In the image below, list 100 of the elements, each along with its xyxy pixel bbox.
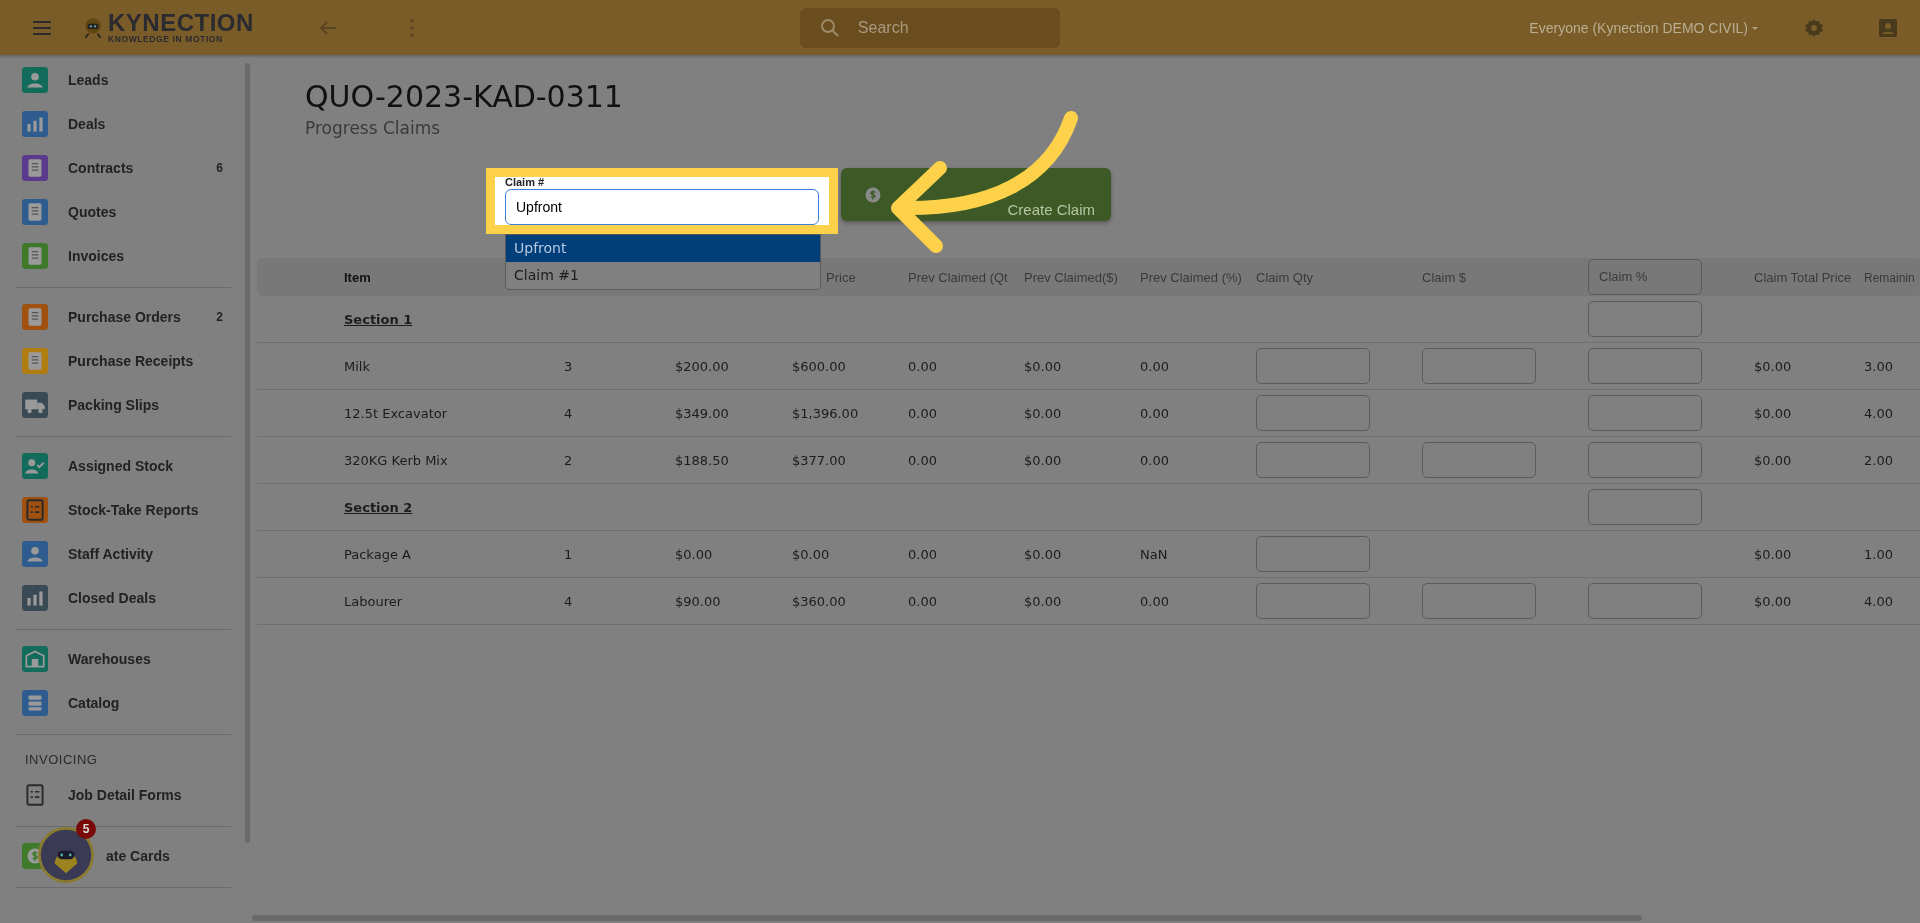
claim-percent-field[interactable] (1588, 442, 1702, 478)
table-cell: $360.00 (792, 593, 846, 609)
sidebar-label: Closed Deals (68, 590, 157, 606)
sidebar-label: Deals (68, 116, 107, 132)
sidebar-label: Stock-Take Reports (68, 502, 200, 518)
table-cell: $0.00 (1754, 593, 1792, 609)
account-selector[interactable]: Everyone (Kynection DEMO CIVIL) (1529, 19, 1760, 36)
sidebar-item[interactable]: Job Detail Forms (15, 773, 231, 817)
table-cell: $200.00 (675, 358, 729, 374)
logo-title: KYNECTION (108, 11, 254, 36)
table-cell: 0.00 (1140, 593, 1169, 609)
sidebar-item[interactable]: Invoices (15, 234, 231, 278)
sidebar-item[interactable]: Assigned Stock (15, 444, 231, 488)
table-cell: 2 (564, 452, 573, 468)
sidebar-label: Job Detail Forms (68, 787, 183, 803)
sidebar-label: Purchase Receipts (68, 353, 195, 369)
table-cell: 2.00 (1864, 452, 1893, 468)
sidebar-item[interactable]: Packing Slips (15, 383, 231, 427)
sidebar-label: Catalog (68, 695, 121, 711)
column-header: Item (344, 269, 371, 285)
claim-percent-field[interactable] (1588, 489, 1702, 525)
table-cell: $0.00 (1024, 358, 1062, 374)
table-cell: 0.00 (1140, 358, 1169, 374)
section-heading: INVOICING (24, 751, 99, 769)
sidebar-item[interactable]: Purchase Orders 2 (15, 295, 231, 339)
table-cell: $0.00 (1754, 546, 1792, 562)
sidebar-label: Packing Slips (68, 397, 161, 413)
dropdown-option[interactable]: Upfront (506, 235, 820, 262)
table-cell: $0.00 (1024, 452, 1062, 468)
sidebar-item[interactable]: Staff Activity (15, 532, 231, 576)
claim-percent-header-field[interactable]: Claim % (1588, 259, 1702, 295)
claim-percent-field[interactable] (1588, 583, 1702, 619)
table-cell: 1 (564, 546, 573, 562)
section-title: Section 2 (344, 499, 413, 515)
sidebar-label: Staff Activity (68, 546, 155, 562)
sidebar-item[interactable]: Stock-Take Reports (15, 488, 231, 532)
table-cell: 4 (564, 593, 573, 609)
claim-percent-field[interactable] (1588, 348, 1702, 384)
item-count: 6 (216, 161, 223, 175)
table-cell: 4 (564, 405, 573, 421)
table-cell: $600.00 (792, 358, 846, 374)
sidebar-item[interactable]: Warehouses (15, 637, 231, 681)
sidebar-label: Assigned Stock (68, 458, 175, 474)
notification-badge: 5 (76, 819, 96, 839)
claim-qty-field[interactable] (1256, 395, 1370, 431)
claim-percent-field[interactable] (1588, 395, 1702, 431)
sidebar-label: Purchase Orders (68, 309, 182, 325)
table-cell: $349.00 (675, 405, 729, 421)
table-cell: $0.00 (1754, 452, 1792, 468)
table-cell: 4.00 (1864, 593, 1893, 609)
table-cell: NaN (1140, 546, 1168, 562)
sidebar-item[interactable]: Closed Deals (15, 576, 231, 620)
table-cell: 0.00 (908, 358, 937, 374)
page-title: QUO-2023-KAD-0311 (305, 79, 624, 114)
sidebar-label: ate Cards (106, 848, 171, 864)
claim-amount-field[interactable] (1422, 583, 1536, 619)
page-subtitle: Progress Claims (305, 118, 442, 138)
sidebar-label: Warehouses (68, 651, 152, 667)
dropdown-option[interactable]: Claim #1 (506, 262, 820, 289)
table-cell: $90.00 (675, 593, 721, 609)
field-label: Claim # (505, 176, 545, 188)
sidebar-item[interactable]: Purchase Receipts (15, 339, 231, 383)
column-header: Prev Claimed (Qt (908, 269, 1008, 285)
column-header: Price (826, 269, 856, 285)
sidebar-item[interactable]: Catalog (15, 681, 231, 725)
column-header: Prev Claimed (%) (1140, 269, 1242, 285)
column-header: Claim Qty (1256, 269, 1314, 285)
sidebar-label: Leads (68, 72, 110, 88)
claim-qty-field[interactable] (1256, 348, 1370, 384)
sidebar-item[interactable]: Quotes (15, 190, 231, 234)
claim-amount-field[interactable] (1422, 348, 1536, 384)
search-field[interactable]: Search (799, 7, 1060, 48)
claim-qty-field[interactable] (1256, 442, 1370, 478)
table-cell: 0.00 (908, 405, 937, 421)
table-cell: 0.00 (908, 452, 937, 468)
claim-qty-field[interactable] (1256, 583, 1370, 619)
table-cell: $0.00 (792, 546, 830, 562)
table-cell: 3 (564, 358, 573, 374)
column-header: Prev Claimed($) (1024, 269, 1118, 285)
column-header: Claim $ (1422, 269, 1467, 285)
table-cell: 0.00 (1140, 405, 1169, 421)
table-cell: $0.00 (1754, 405, 1792, 421)
table-cell: $0.00 (1024, 593, 1062, 609)
claim-percent-field[interactable] (1588, 301, 1702, 337)
claim-qty-field[interactable] (1256, 536, 1370, 572)
table-cell: 0.00 (908, 593, 937, 609)
table-cell: Milk (344, 358, 370, 374)
sidebar-label: Invoices (68, 248, 126, 264)
logo-tagline: KNOWLEDGE IN MOTION (108, 35, 224, 44)
sidebar-item[interactable]: Deals (15, 102, 231, 146)
sidebar-item[interactable]: Leads (15, 58, 231, 102)
column-header: Claim Total Price (1754, 269, 1852, 285)
claim-select[interactable]: Upfront (505, 189, 819, 225)
column-header: Remainin (1864, 270, 1915, 285)
table-cell: Package A (344, 546, 411, 562)
sidebar-item[interactable]: Contracts 6 (15, 146, 231, 190)
table-cell: 12.5t Excavator (344, 405, 448, 421)
table-cell: $188.50 (675, 452, 729, 468)
claim-amount-field[interactable] (1422, 442, 1536, 478)
table-cell: Labourer (344, 593, 403, 609)
